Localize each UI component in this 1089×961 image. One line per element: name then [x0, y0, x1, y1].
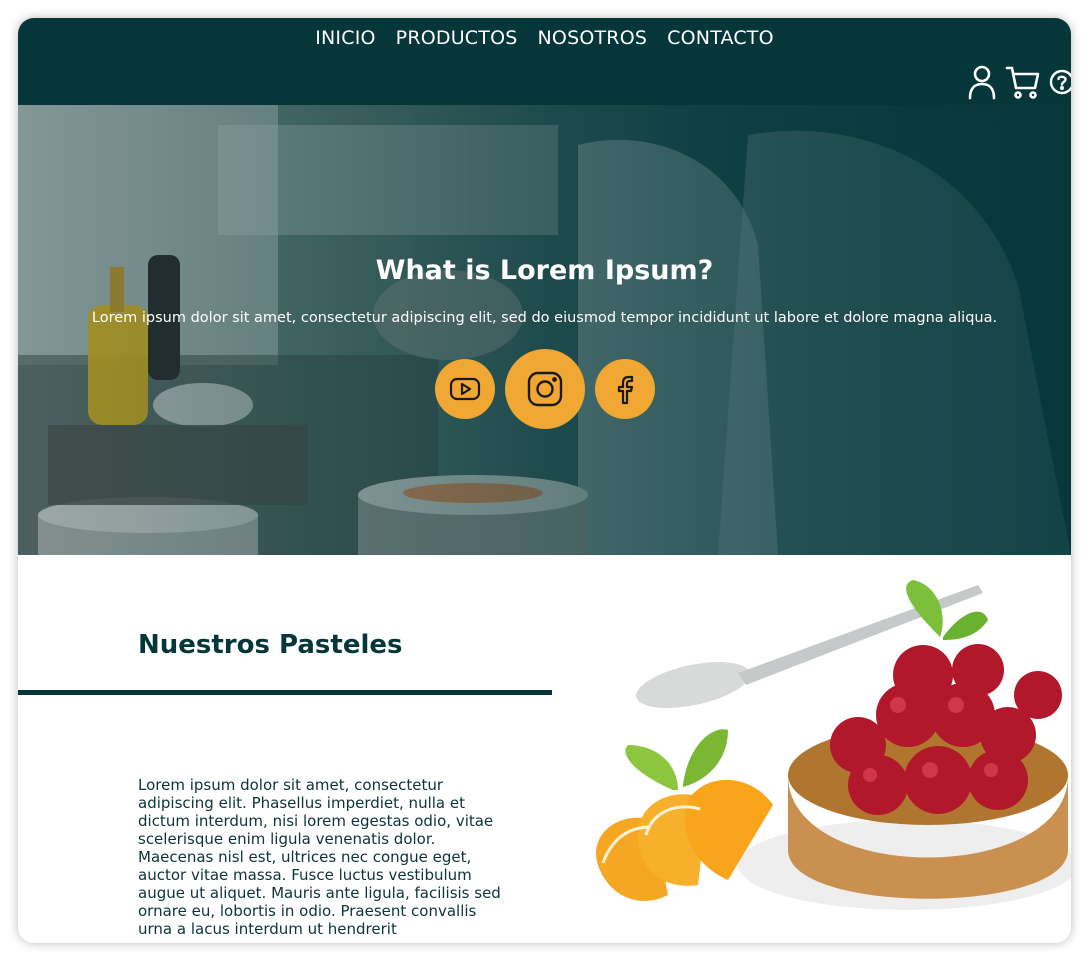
raspberry-tart-image: [596, 580, 1071, 910]
social-links: [18, 349, 1071, 429]
youtube-button[interactable]: [434, 359, 495, 419]
hero-title: What is Lorem Ipsum?: [375, 255, 714, 286]
facebook-icon: [617, 375, 633, 405]
nav-inicio[interactable]: INICIO: [315, 27, 375, 49]
section-divider: [18, 690, 552, 695]
facebook-button[interactable]: [594, 359, 655, 419]
main-nav: INICIO PRODUCTOS NOSOTROS CONTACTO: [18, 27, 1071, 49]
products-section: Nuestros Pasteles Lorem ipsum dolor sit …: [18, 555, 1071, 943]
instagram-icon: [527, 371, 562, 407]
youtube-icon: [449, 377, 480, 401]
section-text: Lorem ipsum dolor sit amet, consectetur …: [138, 776, 501, 938]
hero-text: Lorem ipsum dolor sit amet, consectetur …: [91, 310, 998, 326]
section-title: Nuestros Pasteles: [138, 630, 403, 660]
nav-nosotros[interactable]: NOSOTROS: [538, 27, 648, 49]
header-icons: [967, 64, 1071, 104]
instagram-button[interactable]: [504, 349, 585, 429]
hero-banner: What is Lorem Ipsum? Lorem ipsum dolor s…: [18, 105, 1071, 555]
nav-contacto[interactable]: CONTACTO: [667, 27, 774, 49]
hero-overlay: [18, 105, 1071, 555]
site-header: INICIO PRODUCTOS NOSOTROS CONTACTO: [18, 18, 1071, 105]
cart-icon[interactable]: [1005, 64, 1041, 104]
user-icon[interactable]: [967, 64, 997, 104]
browser-window: INICIO PRODUCTOS NOSOTROS CONTACTO What …: [18, 18, 1071, 943]
help-icon[interactable]: [1049, 69, 1071, 99]
nav-productos[interactable]: PRODUCTOS: [396, 27, 518, 49]
